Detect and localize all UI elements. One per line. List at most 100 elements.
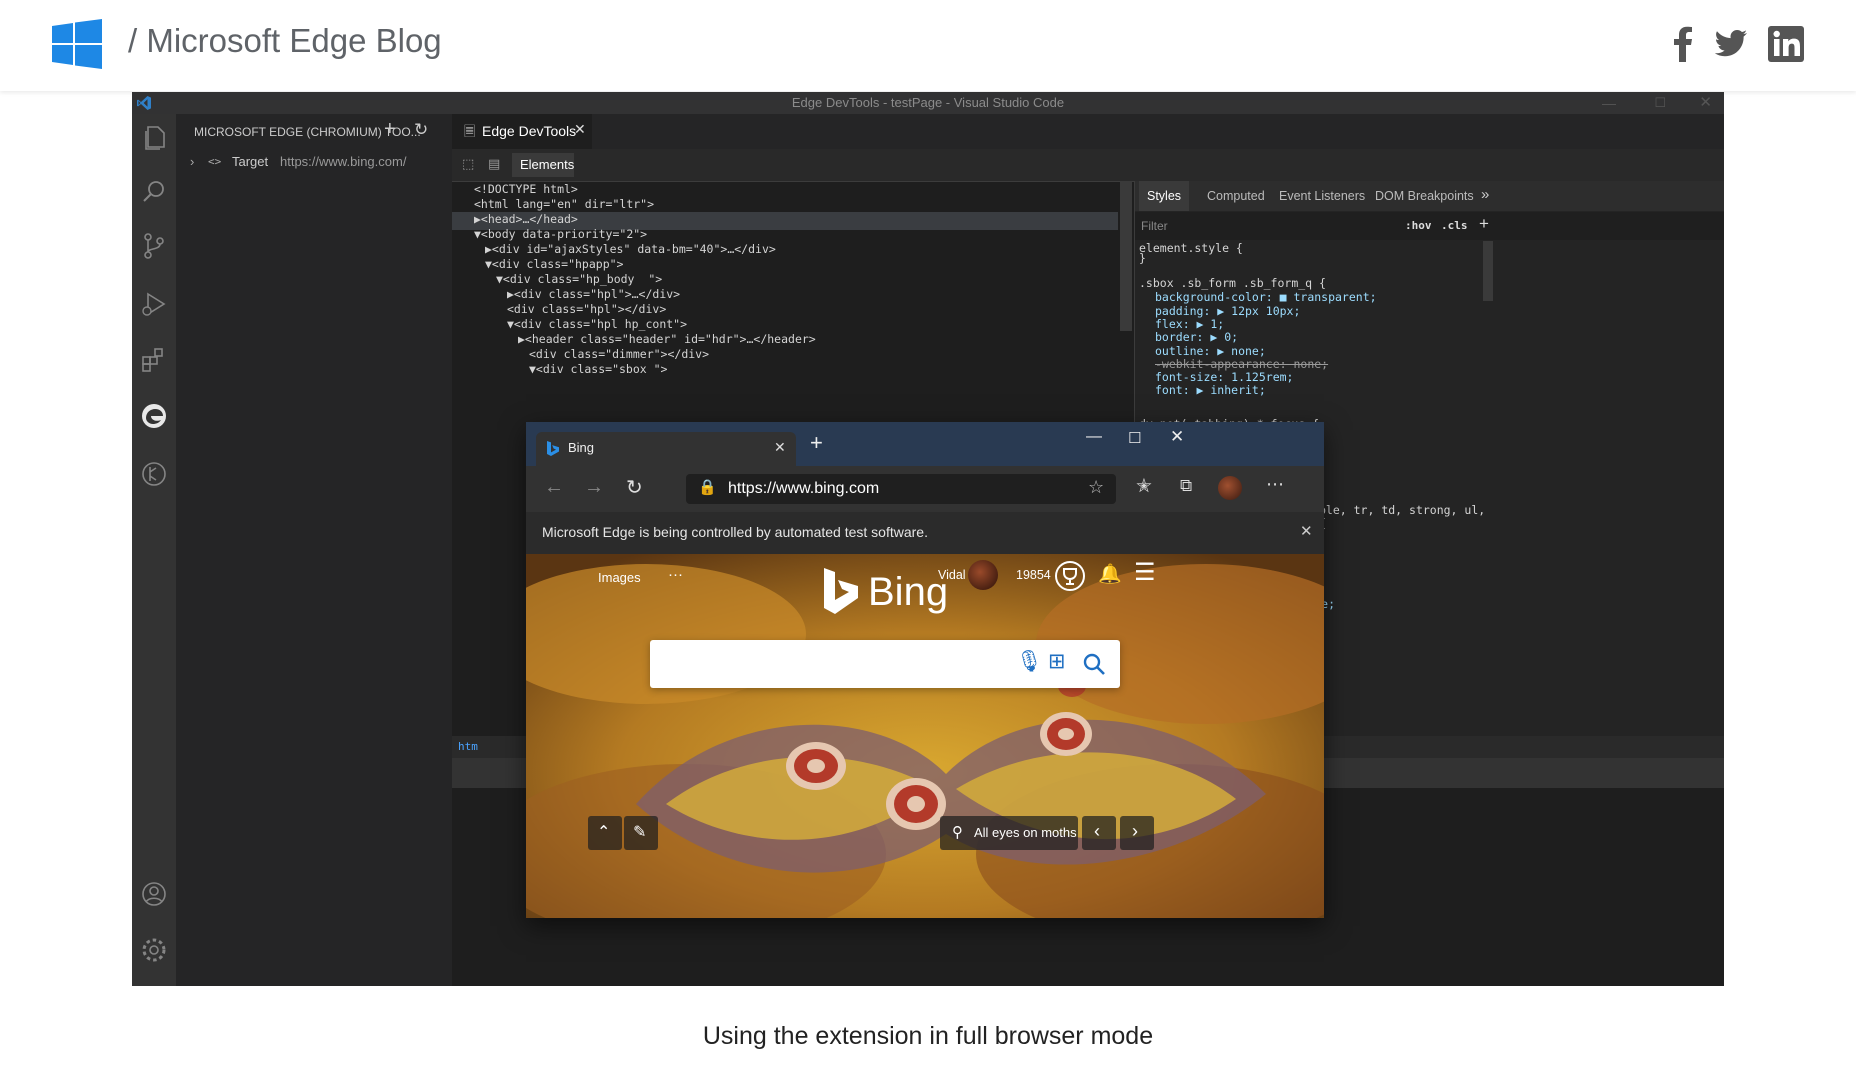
css-rule-line[interactable]: -webkit-appearance: none;	[1155, 357, 1328, 371]
forward-icon[interactable]: →	[584, 476, 604, 499]
favorite-star-icon[interactable]: ☆	[1088, 477, 1104, 498]
inspect-element-icon[interactable]: ⬚	[462, 156, 474, 172]
browser-tab[interactable]: Bing ✕	[536, 432, 796, 466]
maximize-icon[interactable]: ☐	[1654, 92, 1666, 114]
cls-toggle[interactable]: .cls	[1441, 219, 1468, 232]
nav-images-link[interactable]: Images	[598, 570, 641, 585]
explorer-icon[interactable]	[138, 122, 170, 154]
facebook-icon[interactable]	[1664, 24, 1704, 64]
rewards-trophy-icon[interactable]	[1054, 560, 1086, 592]
rewards-points[interactable]: 19854	[1016, 568, 1051, 582]
css-rule-line[interactable]: outline: ▶ none;	[1155, 344, 1266, 358]
bing-search-box[interactable]: 🎙 ⊞	[650, 640, 1120, 688]
voice-search-icon[interactable]: 🎙	[1016, 650, 1043, 674]
profile-avatar[interactable]	[1218, 476, 1242, 500]
dom-node-line[interactable]: ▶<div id="ajaxStyles" data-bm="40">…</di…	[485, 242, 776, 256]
editor-tab[interactable]: 🗏 Edge DevTools ✕	[452, 114, 592, 149]
linkedin-icon[interactable]	[1766, 24, 1806, 64]
nav-more-link[interactable]: ···	[668, 566, 683, 583]
dom-node-line[interactable]: ▼<div class="hp_body ">	[496, 272, 662, 286]
css-rule-line[interactable]: padding: ▶ 12px 10px;	[1155, 304, 1300, 318]
notifications-bell-icon[interactable]: 🔔	[1098, 562, 1122, 586]
dom-node-line[interactable]: ▼<div class="hpapp">	[485, 257, 623, 271]
user-avatar[interactable]	[968, 560, 998, 590]
css-rule-line[interactable]: flex: ▶ 1;	[1155, 317, 1224, 331]
dom-node-line[interactable]: ▼<body data-priority="2">	[474, 227, 647, 241]
blog-title[interactable]: / Microsoft Edge Blog	[128, 22, 442, 60]
user-name[interactable]: Vidal	[938, 568, 966, 582]
run-debug-icon[interactable]	[138, 288, 170, 320]
add-target-icon[interactable]: +	[384, 118, 396, 141]
tab-computed[interactable]: Computed	[1207, 189, 1265, 203]
dom-node-line[interactable]: <html lang="en" dir="ltr">	[474, 197, 654, 211]
dom-node-line[interactable]: ▼<div class="hpl hp_cont">	[507, 317, 687, 331]
target-label: Target	[232, 154, 269, 169]
chevron-right-icon[interactable]: ›	[190, 154, 194, 169]
tab-event-listeners[interactable]: Event Listeners	[1279, 189, 1365, 203]
dom-node-line[interactable]: ▶<header class="header" id="hdr">…</head…	[518, 332, 816, 346]
extensions-icon[interactable]	[138, 344, 170, 376]
more-tabs-icon[interactable]: »	[1481, 186, 1489, 203]
new-tab-icon[interactable]: +	[810, 430, 823, 456]
favorites-icon[interactable]: ✭	[1136, 475, 1152, 498]
refresh-icon[interactable]: ↻	[626, 475, 643, 500]
minimize-icon[interactable]: —	[1086, 428, 1102, 446]
device-toolbar-icon[interactable]: ▤	[488, 156, 500, 172]
collections-icon[interactable]: ⧉	[1180, 476, 1192, 496]
twitter-icon[interactable]	[1710, 24, 1750, 64]
minimize-icon[interactable]: —	[1602, 92, 1616, 114]
breadcrumb-item[interactable]: htm	[458, 740, 478, 753]
edge-devtools-icon[interactable]	[138, 400, 170, 432]
account-icon[interactable]	[138, 878, 170, 910]
css-rule-line[interactable]: background-color: ■ transparent;	[1155, 290, 1377, 304]
settings-more-icon[interactable]: ⋯	[1266, 474, 1284, 495]
search-icon[interactable]	[1082, 652, 1106, 676]
dom-node-line[interactable]: <!DOCTYPE html>	[474, 182, 578, 196]
next-image-button[interactable]: ›	[1120, 816, 1154, 850]
close-window-icon[interactable]: ✕	[1170, 427, 1184, 447]
scroll-up-button[interactable]: ⌃	[588, 816, 622, 850]
close-tab-icon[interactable]: ✕	[574, 121, 586, 138]
css-rule-line[interactable]: .sbox .sb_form .sb_form_q {	[1139, 276, 1326, 290]
settings-gear-icon[interactable]	[138, 934, 170, 966]
source-control-icon[interactable]	[138, 230, 170, 262]
image-info-button[interactable]: ⚲ All eyes on moths	[940, 816, 1078, 850]
previous-image-button[interactable]: ‹	[1082, 816, 1116, 850]
dom-node-line[interactable]: <div class="dimmer"></div>	[529, 347, 709, 361]
location-pin-icon: ⚲	[952, 824, 963, 841]
vscode-title-bar: Edge DevTools - testPage - Visual Studio…	[132, 92, 1724, 114]
new-rule-icon[interactable]: +	[1479, 214, 1489, 234]
browser-tab-bar: Bing ✕ + — ☐ ✕	[526, 422, 1324, 466]
tab-elements[interactable]: Elements	[512, 153, 574, 177]
css-rule-line[interactable]: font-size: 1.125rem;	[1155, 370, 1293, 384]
edit-button[interactable]: ✎	[624, 816, 658, 850]
search-icon[interactable]	[138, 176, 170, 208]
close-info-bar-icon[interactable]: ✕	[1300, 522, 1313, 540]
hov-toggle[interactable]: :hov	[1405, 219, 1432, 232]
bing-logo[interactable]: Bing	[822, 566, 952, 622]
css-rule-line[interactable]: font: ▶ inherit;	[1155, 383, 1266, 397]
maximize-icon[interactable]: ☐	[1128, 429, 1141, 447]
timeline-icon[interactable]	[138, 458, 170, 490]
dom-node-line[interactable]: ▶<div class="hpl">…</div>	[507, 287, 680, 301]
tab-dom-breakpoints[interactable]: DOM Breakpoints	[1375, 189, 1474, 203]
dom-node-line[interactable]: ▼<div class="sbox ">	[529, 362, 667, 376]
close-tab-icon[interactable]: ✕	[774, 439, 786, 456]
hamburger-menu-icon[interactable]: ☰	[1134, 558, 1156, 587]
css-rule-line[interactable]: border: ▶ 0;	[1155, 330, 1238, 344]
dom-node-line[interactable]: ▶<head>…</head>	[474, 212, 578, 226]
css-rule-line[interactable]: }	[1139, 251, 1146, 265]
windows-logo-icon[interactable]	[52, 19, 102, 69]
tab-styles-label: Styles	[1147, 189, 1182, 203]
styles-scrollbar[interactable]	[1483, 241, 1493, 301]
visual-search-icon[interactable]: ⊞	[1048, 649, 1066, 674]
close-icon[interactable]: ✕	[1699, 92, 1712, 114]
css-rule-line[interactable]: element.style {	[1139, 241, 1243, 255]
styles-filter-input[interactable]: Filter	[1141, 219, 1168, 233]
address-bar[interactable]: 🔒 https://www.bing.com ☆	[686, 474, 1116, 504]
refresh-icon[interactable]: ↻	[414, 120, 428, 140]
dom-scrollbar[interactable]	[1120, 181, 1132, 331]
styles-filter-row: Filter :hov .cls +	[1135, 212, 1724, 240]
back-icon[interactable]: ←	[544, 476, 564, 499]
dom-node-line[interactable]: <div class="hpl"></div>	[507, 302, 666, 316]
